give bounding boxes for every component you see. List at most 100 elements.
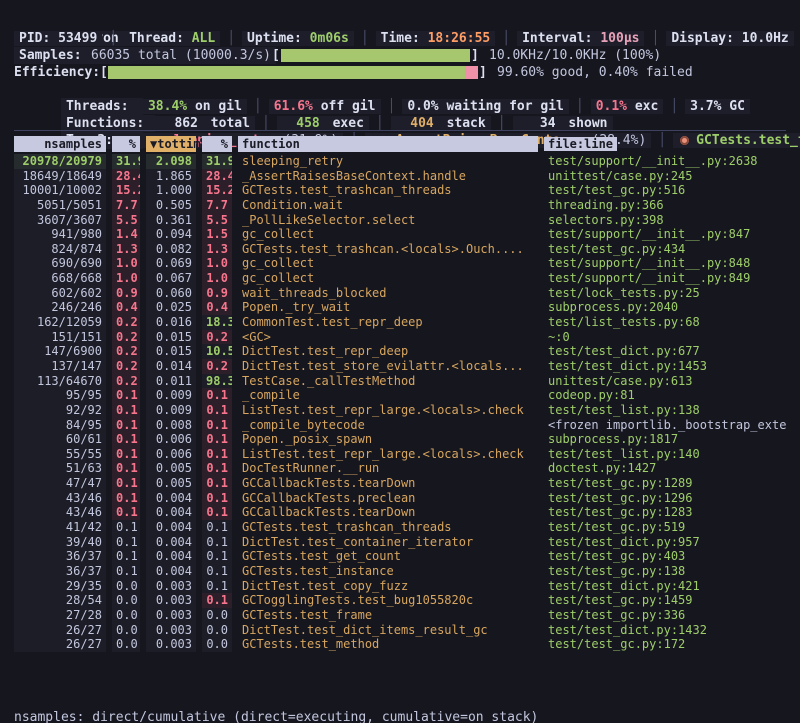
nsamples-cell: 36/37 <box>14 549 106 564</box>
function-cell: GCTests.test_trashcan_threads <box>238 183 538 198</box>
function-cell: GCCallbackTests.preclean <box>238 491 538 506</box>
cumulative-percent-cell: 0.1 <box>202 564 232 579</box>
nsamples-cell: 43/46 <box>14 491 106 506</box>
direct-percent-cell: 0.2 <box>112 374 140 389</box>
table-header-row: nsamples % ▼tottime % function file:line <box>14 136 786 152</box>
table-row: 29/350.00.0030.1DictTest.test_copy_fuzzt… <box>14 579 786 594</box>
file-line-cell: test/test_gc.py:519 <box>544 520 786 535</box>
tottime-cell: 0.008 <box>146 418 196 433</box>
function-cell: GCTests.test_trashcan_threads <box>238 520 538 535</box>
nsamples-cell: 137/147 <box>14 359 106 374</box>
tottime-cell: 0.015 <box>146 344 196 359</box>
direct-percent-cell: 0.9 <box>112 286 140 301</box>
cumulative-percent-cell: 0.1 <box>202 403 232 418</box>
function-cell: CommonTest.test_repr_deep <box>238 315 538 330</box>
cumulative-percent-cell: 18.3 <box>202 315 232 330</box>
file-line-cell: selectors.py:398 <box>544 213 786 228</box>
separator-glyph: │ <box>109 31 117 46</box>
function-cell: GCTests.test_instance <box>238 564 538 579</box>
table-row: 36/370.10.0040.1GCTests.test_instancetes… <box>14 564 786 579</box>
threads-line: Threads:38.4% on gil│61.6% off gil│0.0% … <box>0 81 800 98</box>
direct-percent-cell: 0.0 <box>112 623 140 638</box>
table-row: 39/400.10.0040.1DictTest.test_container_… <box>14 535 786 550</box>
column-header-function[interactable]: function <box>238 136 538 152</box>
tottime-cell: 0.361 <box>146 213 196 228</box>
column-header-cumulative-percent[interactable]: % <box>202 136 232 152</box>
nsamples-cell: 941/980 <box>14 227 106 242</box>
nsamples-cell: 20978/20979 <box>14 154 106 169</box>
status-value: ALL <box>192 31 215 46</box>
spacer <box>50 31 58 46</box>
footer-legend: nsamples: direct/cumulative (direct=exec… <box>14 709 538 723</box>
cumulative-percent-cell: 0.1 <box>202 535 232 550</box>
cumulative-percent-cell: 0.1 <box>202 520 232 535</box>
function-cell: gc_collect <box>238 271 538 286</box>
table-row: 41/420.10.0040.1GCTests.test_trashcan_th… <box>14 520 786 535</box>
cumulative-percent-cell: 0.1 <box>202 447 232 462</box>
file-line-cell: test/test_list.py:140 <box>544 447 786 462</box>
function-cell: Condition.wait <box>238 198 538 213</box>
column-header-direct-percent[interactable]: % <box>112 136 140 152</box>
nsamples-cell: 26/27 <box>14 623 106 638</box>
file-line-cell: test/test_dict.py:957 <box>544 535 786 550</box>
efficiency-bar <box>108 66 478 79</box>
nsamples-cell: 246/246 <box>14 300 106 315</box>
function-cell: DictTest.test_store_evilattr.<locals... <box>238 359 538 374</box>
table-row: 113/646700.20.01198.3TestCase._callTestM… <box>14 374 786 389</box>
tottime-cell: 0.016 <box>146 315 196 330</box>
direct-percent-cell: 0.1 <box>112 491 140 506</box>
direct-percent-cell: 0.1 <box>112 549 140 564</box>
direct-percent-cell: 0.0 <box>112 637 140 652</box>
cumulative-percent-cell: 0.4 <box>202 300 232 315</box>
nsamples-cell: 95/95 <box>14 388 106 403</box>
cumulative-percent-cell: 1.0 <box>202 256 232 271</box>
file-line-cell: test/test_dict.py:1432 <box>544 623 786 638</box>
direct-percent-cell: 0.1 <box>112 388 140 403</box>
spacer <box>734 31 742 46</box>
table-row: 26/270.00.0030.0DictTest.test_dict_items… <box>14 623 786 638</box>
cumulative-percent-cell: 31.9 <box>202 154 232 169</box>
file-line-cell: unittest/case.py:613 <box>544 374 786 389</box>
function-cell: _compile_bytecode <box>238 418 538 433</box>
file-line-cell: test/test_gc.py:172 <box>544 637 786 652</box>
title-line: Tachyon Profiler <box>0 13 800 30</box>
tottime-cell: 0.004 <box>146 549 196 564</box>
nsamples-cell: 824/874 <box>14 242 106 257</box>
tottime-cell: 0.094 <box>146 227 196 242</box>
cumulative-percent-cell: 1.5 <box>202 227 232 242</box>
samples-bar-open-bracket: [ <box>272 47 280 64</box>
file-line-cell: test/test_gc.py:336 <box>544 608 786 623</box>
cumulative-percent-cell: 7.7 <box>202 198 232 213</box>
function-cell: TestCase._callTestMethod <box>238 374 538 389</box>
tottime-cell: 1.000 <box>146 183 196 198</box>
function-cell: DictTest.test_dict_items_result_gc <box>238 623 538 638</box>
cumulative-percent-cell: 0.0 <box>202 623 232 638</box>
nsamples-cell: 51/63 <box>14 461 106 476</box>
function-cell: Popen._try_wait <box>238 300 538 315</box>
nsamples-cell: 36/37 <box>14 564 106 579</box>
direct-percent-cell: 0.2 <box>112 344 140 359</box>
direct-percent-cell: 0.1 <box>112 461 140 476</box>
status-label: PID: <box>19 31 50 46</box>
cumulative-percent-cell: 5.5 <box>202 213 232 228</box>
profile-table: nsamples % ▼tottime % function file:line… <box>14 136 786 652</box>
cumulative-percent-cell: 0.1 <box>202 579 232 594</box>
column-header-nsamples[interactable]: nsamples <box>14 136 106 152</box>
column-header-tottime-sorted[interactable]: ▼tottime <box>146 136 196 152</box>
cumulative-percent-cell: 15.2 <box>202 183 232 198</box>
file-line-cell: test/test_list.py:138 <box>544 403 786 418</box>
table-row: 137/1470.20.0140.2DictTest.test_store_ev… <box>14 359 786 374</box>
function-cell: GCCallbackTests.tearDown <box>238 476 538 491</box>
cumulative-percent-cell: 0.1 <box>202 418 232 433</box>
efficiency-bar-failed-segment <box>465 66 478 79</box>
function-cell: GCTogglingTests.test_bug1055820c <box>238 593 538 608</box>
status-segment: Display: 10.0Hz <box>666 31 793 46</box>
samples-label: Samples: <box>14 47 87 64</box>
direct-percent-cell: 0.4 <box>112 300 140 315</box>
file-line-cell: test/lock_tests.py:25 <box>544 286 786 301</box>
nsamples-cell: 10001/10002 <box>14 183 106 198</box>
file-line-cell: codeop.py:81 <box>544 388 786 403</box>
nsamples-cell: 26/27 <box>14 637 106 652</box>
table-row: 92/920.10.0090.1ListTest.test_repr_large… <box>14 403 786 418</box>
column-header-file-line[interactable]: file:line <box>544 136 786 152</box>
